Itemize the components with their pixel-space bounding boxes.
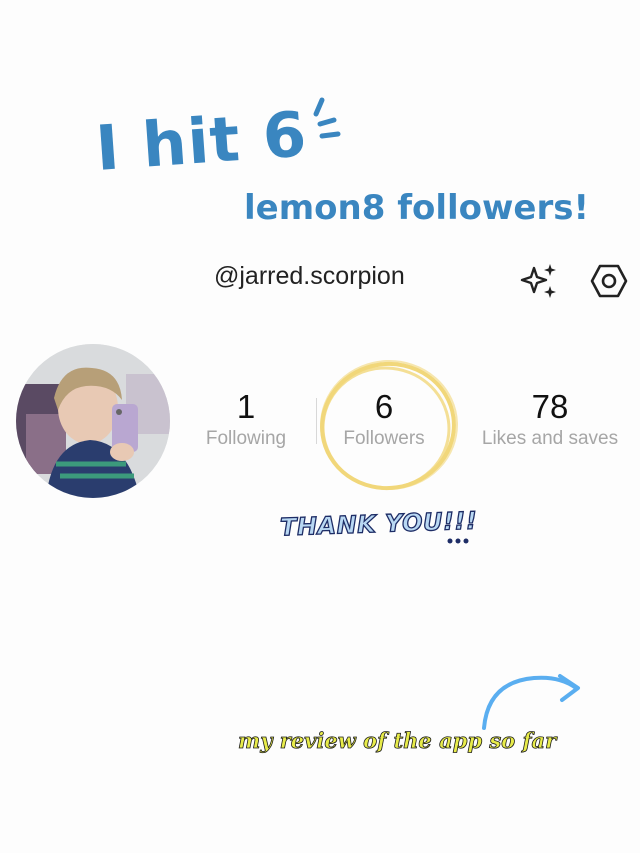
stat-following[interactable]: 1 Following bbox=[196, 388, 296, 450]
following-label: Following bbox=[205, 428, 287, 449]
following-count: 1 bbox=[236, 388, 256, 425]
likes-saves-label: Likes and saves bbox=[481, 428, 619, 449]
emphasis-marks bbox=[313, 97, 341, 139]
settings-icon[interactable] bbox=[590, 262, 628, 300]
headline-title: I hit 6 bbox=[93, 97, 310, 185]
headline-subtitle: lemon8 followers! bbox=[244, 188, 589, 228]
highlight-scribble bbox=[320, 359, 458, 491]
avatar-photo bbox=[16, 344, 170, 498]
profile-username: @jarred.scorpion bbox=[214, 262, 405, 290]
likes-saves-count: 78 bbox=[531, 388, 569, 425]
stat-likes-saves[interactable]: 78 Likes and saves bbox=[470, 388, 630, 450]
dots-decoration bbox=[447, 538, 469, 544]
curved-arrow bbox=[482, 674, 580, 730]
avatar[interactable] bbox=[16, 344, 170, 498]
sparkle-icon[interactable] bbox=[520, 262, 560, 298]
review-caption: my review of the app so far bbox=[238, 728, 557, 754]
